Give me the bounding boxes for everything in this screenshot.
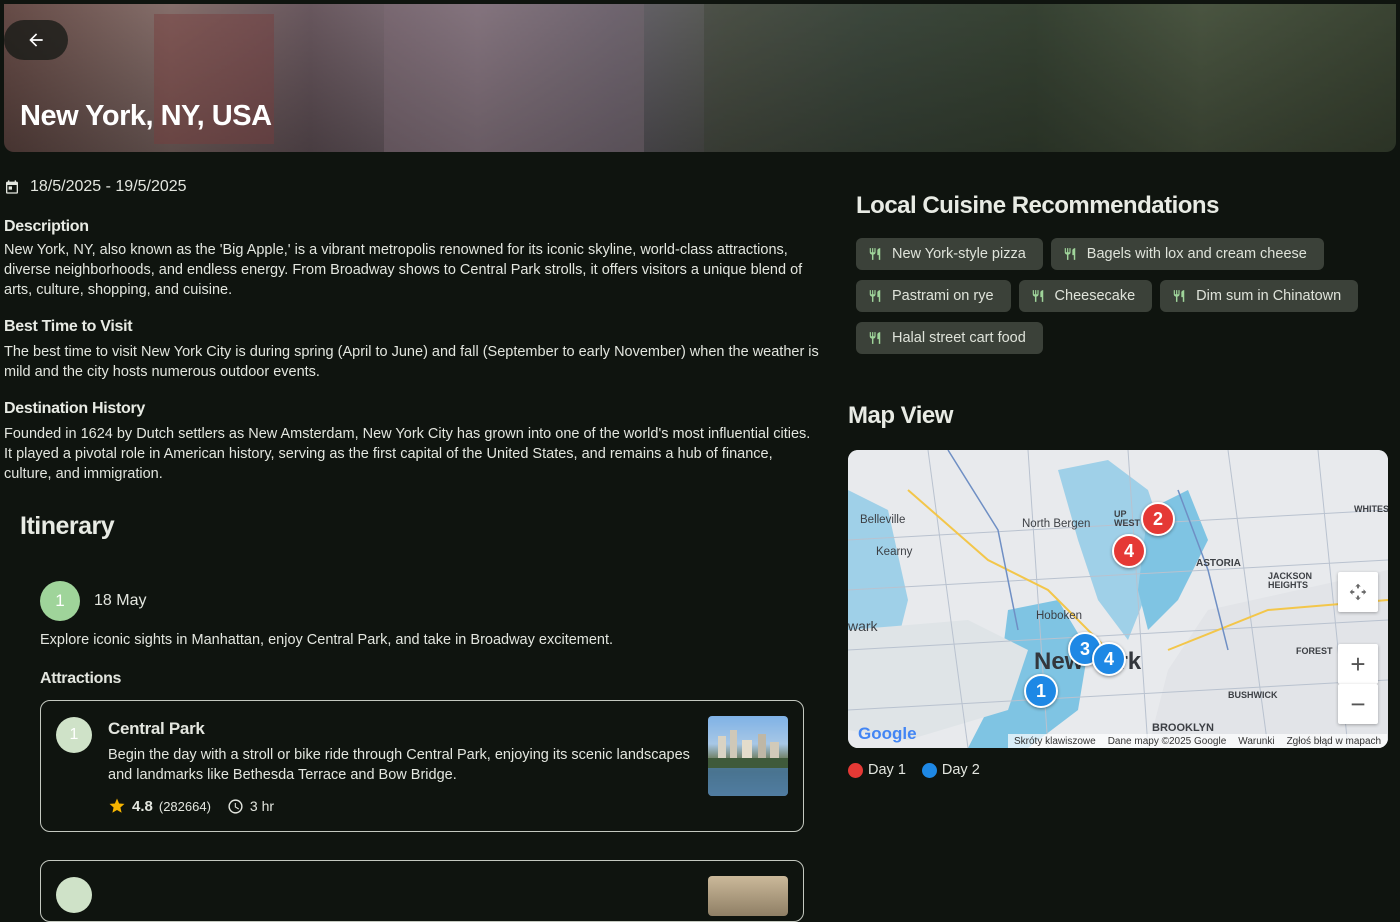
- attraction-name: Central Park: [108, 719, 205, 738]
- map-marker-day2[interactable]: 1: [1024, 674, 1058, 708]
- map-background: [848, 450, 1388, 748]
- fork-knife-icon: [1173, 290, 1185, 302]
- map-label: wark: [848, 618, 878, 634]
- map-marker-day1[interactable]: 2: [1141, 502, 1175, 536]
- map-data-text: Dane mapy ©2025 Google: [1107, 735, 1227, 747]
- cuisine-chip[interactable]: Pastrami on rye: [856, 280, 1011, 312]
- google-logo: Google: [858, 724, 917, 744]
- attraction-card-2[interactable]: [40, 860, 804, 922]
- map-label: BROOKLYN: [1152, 722, 1214, 734]
- attraction-photo: [708, 730, 788, 796]
- cuisine-chip[interactable]: Bagels with lox and cream cheese: [1050, 238, 1324, 270]
- attraction-description: Begin the day with a stroll or bike ride…: [108, 747, 690, 783]
- cuisine-chip-label: New York-style pizza: [892, 246, 1026, 262]
- map-label: Hoboken: [1036, 610, 1083, 622]
- fork-knife-icon: [1064, 248, 1076, 260]
- map-label: UP WEST: [1114, 509, 1140, 528]
- hero-trees: [704, 4, 1396, 152]
- map-marker-day2[interactable]: 4: [1092, 642, 1126, 676]
- map-legend: Day 1 Day 2: [848, 762, 980, 778]
- map-view[interactable]: Belleville Kearny North Bergen Hoboken A…: [848, 450, 1388, 748]
- cuisine-heading: Local Cuisine Recommendations: [856, 192, 1219, 219]
- zoom-out-button[interactable]: −: [1338, 684, 1378, 724]
- cuisine-chip[interactable]: Cheesecake: [1018, 280, 1153, 312]
- cuisine-chips: New York-style pizza Bagels with lox and…: [856, 238, 1366, 354]
- attraction-thumbnail[interactable]: [708, 716, 788, 796]
- review-count: (282664): [158, 798, 211, 814]
- legend-item-day2: Day 2: [921, 762, 980, 778]
- day-number-badge: 1: [40, 581, 80, 621]
- legend-label-day1: Day 1: [868, 762, 906, 778]
- map-footer: Skróty klawiszowe Dane mapy ©2025 Google…: [1008, 734, 1388, 748]
- attraction-number-badge: 1: [56, 717, 92, 753]
- fullscreen-icon: [1349, 583, 1367, 601]
- cuisine-section: Local Cuisine Recommendations New York-s…: [856, 192, 1396, 354]
- cuisine-chip[interactable]: New York-style pizza: [856, 238, 1043, 270]
- cuisine-chip[interactable]: Halal street cart food: [856, 322, 1043, 354]
- attractions-heading: Attractions: [40, 670, 122, 687]
- page-title: New York, NY, USA: [20, 100, 272, 132]
- cuisine-chip-label: Cheesecake: [1054, 288, 1136, 304]
- hero-building: [384, 4, 644, 152]
- cuisine-chip-label: Pastrami on rye: [892, 288, 994, 304]
- legend-item-day1: Day 1: [848, 762, 906, 778]
- legend-dot-day2: [921, 762, 937, 778]
- cuisine-chip[interactable]: Dim sum in Chinatown: [1160, 280, 1359, 312]
- keyboard-shortcuts-link[interactable]: Skróty klawiszowe: [1014, 736, 1096, 747]
- day-header[interactable]: 1 18 May: [40, 581, 146, 621]
- description-heading: Description: [4, 218, 89, 235]
- map-label: ASTORIA: [1196, 558, 1241, 569]
- history-text: Founded in 1624 by Dutch settlers as New…: [4, 426, 811, 482]
- trip-details: 18/5/2025 - 19/5/2025 Description New Yo…: [4, 170, 819, 484]
- attraction-meta: 4.8 (282664) 3 hr: [108, 797, 274, 815]
- cuisine-chip-label: Bagels with lox and cream cheese: [1086, 246, 1307, 262]
- history-heading: Destination History: [4, 400, 145, 417]
- fork-knife-icon: [1032, 290, 1043, 302]
- map-marker-day1[interactable]: 4: [1112, 534, 1146, 568]
- legend-label-day2: Day 2: [941, 762, 980, 778]
- attraction-number-badge-2: [56, 877, 92, 913]
- best-time-text: The best time to visit New York City is …: [4, 344, 819, 380]
- map-label: BUSHWICK: [1228, 690, 1278, 700]
- fork-knife-icon: [869, 248, 881, 260]
- map-label: JACKSON HEIGHTS: [1268, 571, 1313, 590]
- rating-value: 4.8: [132, 797, 153, 815]
- day-description: Explore iconic sights in Manhattan, enjo…: [40, 632, 614, 648]
- description-text: New York, NY, also known as the 'Big App…: [4, 242, 803, 298]
- report-error-link[interactable]: Zgłoś błąd w mapach: [1287, 736, 1382, 747]
- attraction-thumbnail-2[interactable]: [708, 876, 788, 916]
- clock-icon: [228, 798, 243, 814]
- map-label: FOREST: [1296, 646, 1333, 656]
- map-label: Kearny: [876, 546, 913, 558]
- fullscreen-button[interactable]: [1338, 572, 1378, 612]
- attraction-card[interactable]: 1 Central Park Begin the day with a stro…: [40, 700, 804, 832]
- legend-dot-day1: [848, 762, 863, 778]
- arrow-left-icon: [29, 33, 43, 47]
- map-label: North Bergen: [1022, 518, 1091, 530]
- google-logo-text: Google: [858, 724, 917, 743]
- calendar-icon: [6, 180, 18, 194]
- star-icon: [109, 798, 125, 813]
- fork-knife-icon: [869, 290, 881, 302]
- fork-knife-icon: [869, 332, 881, 344]
- itinerary-heading: Itinerary: [20, 512, 115, 540]
- duration: 3 hr: [249, 798, 275, 814]
- dates-text: 18/5/2025 - 19/5/2025: [30, 178, 187, 195]
- map-heading: Map View: [848, 402, 953, 429]
- terms-link[interactable]: Warunki: [1238, 736, 1274, 747]
- back-button[interactable]: [4, 20, 68, 60]
- best-time-heading: Best Time to Visit: [4, 318, 133, 335]
- zoom-in-button[interactable]: +: [1338, 644, 1378, 684]
- map-label: Belleville: [860, 514, 906, 526]
- day-date: 18 May: [94, 592, 147, 609]
- cuisine-chip-label: Halal street cart food: [892, 330, 1026, 346]
- trip-dates: 18/5/2025 - 19/5/2025: [4, 170, 819, 204]
- cuisine-chip-label: Dim sum in Chinatown: [1196, 288, 1342, 304]
- map-label: WHITES: [1354, 504, 1388, 514]
